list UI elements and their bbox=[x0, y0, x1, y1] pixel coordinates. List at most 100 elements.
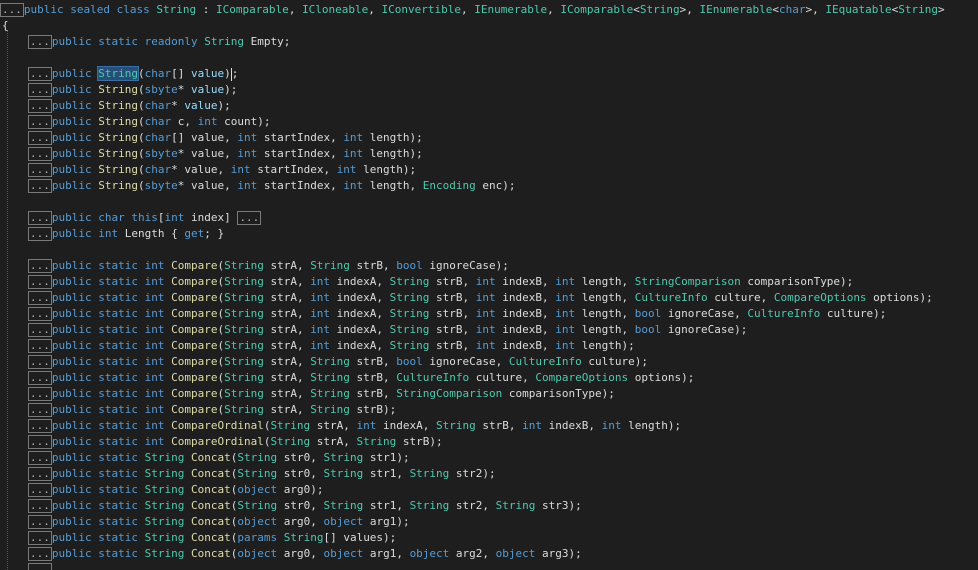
code-token: String bbox=[97, 66, 139, 81]
code-line[interactable]: ... public static int Compare(String strA… bbox=[28, 274, 853, 290]
code-token: Length { bbox=[124, 227, 185, 240]
code-token: sbyte bbox=[144, 83, 178, 96]
code-token: str0, bbox=[277, 499, 324, 512]
code-line[interactable]: ... public static String Concat(String st… bbox=[28, 498, 582, 514]
collapse-marker[interactable]: ... bbox=[28, 35, 52, 49]
code-line[interactable]: ... public String(char* value, int startI… bbox=[28, 162, 416, 178]
code-token: length); bbox=[363, 131, 423, 144]
collapse-marker[interactable]: ... bbox=[28, 307, 52, 321]
collapse-marker[interactable]: ... bbox=[28, 387, 52, 401]
code-line[interactable]: ... public String(sbyte* value); bbox=[28, 82, 237, 98]
collapse-marker[interactable]: ... bbox=[28, 115, 52, 129]
collapse-marker[interactable]: ... bbox=[28, 83, 52, 97]
code-line[interactable]: ... public char this[int index] ... bbox=[28, 210, 262, 226]
code-token: length); bbox=[363, 147, 423, 160]
collapse-marker[interactable]: ... bbox=[28, 355, 52, 369]
code-line[interactable]: ... public int Length { get; } bbox=[28, 226, 224, 242]
code-token: ( bbox=[137, 99, 145, 112]
code-line[interactable]: ... public static int Compare(String strA… bbox=[28, 306, 886, 322]
collapse-marker[interactable]: ... bbox=[237, 211, 262, 225]
code-token: >, bbox=[805, 3, 826, 16]
code-token: ( bbox=[137, 163, 145, 176]
code-line[interactable]: { bbox=[2, 18, 9, 34]
code-line[interactable]: ... public static String Concat(object ar… bbox=[28, 482, 323, 498]
collapse-marker[interactable]: ... bbox=[28, 451, 52, 465]
code-token: strB, bbox=[429, 339, 476, 352]
code-token: public static int bbox=[51, 339, 172, 352]
code-token: String bbox=[237, 451, 278, 464]
collapse-marker[interactable]: ... bbox=[28, 339, 52, 353]
code-token: [] values); bbox=[323, 531, 397, 544]
code-token: strB); bbox=[349, 403, 397, 416]
code-token: indexA, bbox=[330, 339, 390, 352]
code-line[interactable]: ... public static String Concat(String st… bbox=[28, 450, 410, 466]
collapse-marker[interactable]: ... bbox=[28, 227, 52, 241]
collapse-marker[interactable]: ... bbox=[0, 3, 24, 17]
collapse-marker[interactable]: ... bbox=[28, 211, 52, 225]
code-token: object bbox=[323, 547, 364, 560]
code-token: Compare bbox=[171, 323, 218, 336]
code-token: strA, bbox=[263, 355, 311, 368]
code-token: CompareOptions bbox=[535, 371, 629, 384]
code-line[interactable]: ... public static String Concat(String st… bbox=[28, 466, 496, 482]
collapse-marker[interactable]: ... bbox=[28, 515, 52, 529]
code-line[interactable]: ... public sealed class String : ICompara… bbox=[0, 2, 945, 18]
code-line[interactable]: ... public String(char c, int count); bbox=[28, 114, 270, 130]
code-line[interactable]: ... public static int Compare(String strA… bbox=[28, 370, 694, 386]
collapse-marker[interactable]: ... bbox=[28, 483, 52, 497]
code-line[interactable]: ... public static int Compare(String strA… bbox=[28, 258, 509, 274]
code-line[interactable]: ... public static int Compare(String strA… bbox=[28, 338, 635, 354]
collapse-marker[interactable]: ... bbox=[28, 371, 52, 385]
code-line[interactable]: ... public static String Concat(object ar… bbox=[28, 514, 410, 530]
code-line[interactable]: ... public static String Concat(params St… bbox=[28, 530, 396, 546]
collapse-marker[interactable]: ... bbox=[28, 467, 52, 481]
collapse-marker[interactable]: ... bbox=[28, 99, 52, 113]
code-token: indexA, bbox=[330, 323, 390, 336]
code-editor[interactable]: ... public sealed class String : ICompara… bbox=[0, 0, 978, 570]
code-token: * value, bbox=[177, 179, 238, 192]
code-token: String bbox=[224, 371, 264, 384]
code-token: > bbox=[937, 3, 945, 16]
code-line[interactable]: ... public String(char[] value); bbox=[28, 66, 238, 82]
code-line[interactable]: ... public String(char* value); bbox=[28, 98, 231, 114]
code-line[interactable]: ... public static int Compare(String strA… bbox=[28, 402, 396, 418]
code-token: ignoreCase, bbox=[422, 355, 509, 368]
collapse-marker[interactable]: ... bbox=[28, 435, 52, 449]
code-line[interactable]: ... public static int Compare(String strA… bbox=[28, 354, 648, 370]
code-line[interactable]: ... public String(char[] value, int start… bbox=[28, 130, 423, 146]
collapse-marker[interactable]: ... bbox=[28, 403, 52, 417]
collapse-marker[interactable]: ... bbox=[28, 499, 52, 513]
code-line[interactable]: ... public static int CompareOrdinal(Stri… bbox=[28, 434, 443, 450]
code-token: params bbox=[237, 531, 284, 544]
code-line[interactable]: ... public static int Compare(String strA… bbox=[28, 386, 615, 402]
code-line[interactable]: ... public static int Compare(String strA… bbox=[28, 322, 747, 338]
collapse-marker[interactable]: ... bbox=[28, 563, 52, 570]
collapse-marker[interactable]: ... bbox=[28, 131, 52, 145]
code-token: String bbox=[156, 3, 197, 16]
collapse-marker[interactable]: ... bbox=[28, 531, 52, 545]
collapse-marker[interactable]: ... bbox=[28, 179, 52, 193]
collapse-marker[interactable]: ... bbox=[28, 547, 52, 561]
code-line[interactable]: ... public static String Concat(object ar… bbox=[28, 546, 582, 562]
code-token: String bbox=[323, 451, 364, 464]
collapse-marker[interactable]: ... bbox=[28, 291, 52, 305]
collapse-marker[interactable]: ... bbox=[28, 163, 52, 177]
collapse-marker[interactable]: ... bbox=[28, 419, 52, 433]
collapse-marker[interactable]: ... bbox=[28, 147, 52, 161]
collapse-marker[interactable]: ... bbox=[28, 275, 52, 289]
code-token: public static bbox=[51, 451, 145, 464]
code-line[interactable]: ... public static int CompareOrdinal(Stri… bbox=[28, 418, 681, 434]
code-line[interactable]: ... public String(sbyte* value, int start… bbox=[28, 146, 423, 162]
code-line[interactable]: ... public String(sbyte* value, int start… bbox=[28, 178, 516, 194]
code-token: CultureInfo bbox=[508, 355, 582, 368]
code-line[interactable]: ... public static readonly String Empty; bbox=[28, 34, 290, 50]
code-line[interactable]: ... bbox=[28, 562, 52, 570]
collapse-marker[interactable]: ... bbox=[28, 259, 52, 273]
code-token: int bbox=[475, 307, 496, 320]
collapse-marker[interactable]: ... bbox=[28, 67, 52, 81]
code-token: String bbox=[436, 419, 476, 432]
code-line[interactable]: ... public static int Compare(String strA… bbox=[28, 290, 933, 306]
collapse-marker[interactable]: ... bbox=[28, 323, 52, 337]
code-token: arg0, bbox=[277, 515, 324, 528]
code-token: public static bbox=[51, 499, 145, 512]
